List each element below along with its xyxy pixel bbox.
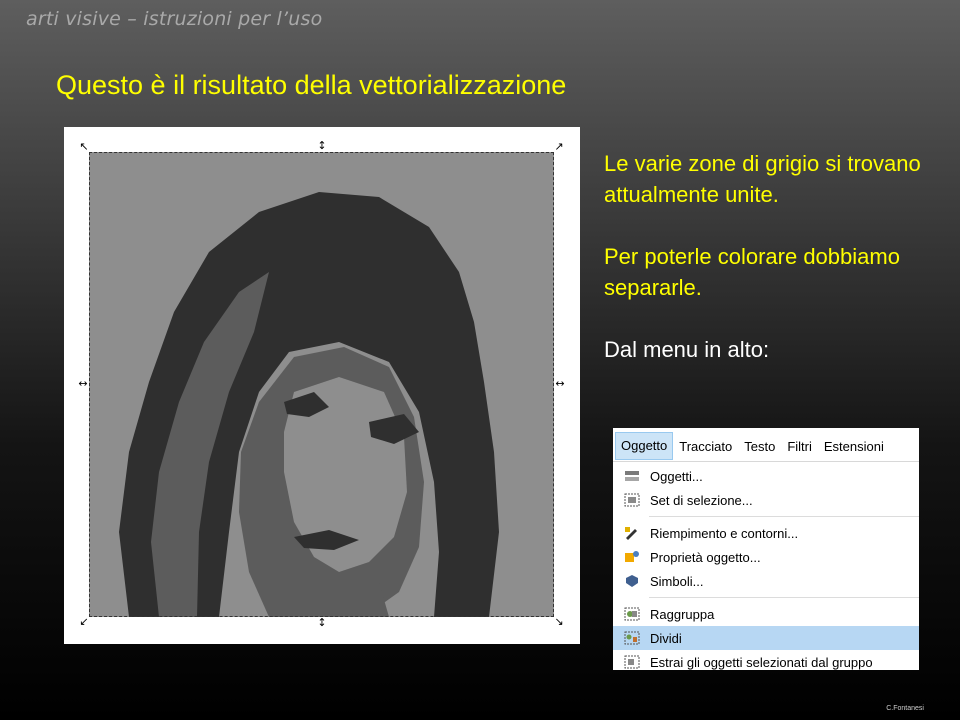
resize-handle-s-icon[interactable]: ↕ [316,617,328,629]
instruction-text: Le varie zone di grigio si trovano attua… [604,148,924,396]
resize-handle-n-icon[interactable]: ↕ [316,140,328,152]
menu-item-label: Raggruppa [650,606,715,622]
resize-handle-se-icon[interactable]: ↘ [553,616,565,628]
instruction-paragraph-1: Le varie zone di grigio si trovano attua… [604,151,921,207]
menu-item-label: Oggetti... [650,468,703,484]
menu-item-simboli[interactable]: Simboli... [613,569,919,593]
menu-item-label: Dividi [650,630,682,646]
group-icon [623,606,641,622]
menu-bar: Oggetto Tracciato Testo Filtri Estension… [613,428,919,462]
oggetto-dropdown: Oggetti... Set di selezione... Riempimen… [613,462,919,670]
menu-item-estrai-dal-gruppo[interactable]: Estrai gli oggetti selezionati dal grupp… [613,650,919,670]
ungroup-icon [623,630,641,646]
menu-separator [649,597,919,598]
menu-item-label: Set di selezione... [650,492,753,508]
menu-item-proprieta-oggetto[interactable]: Proprietà oggetto... [613,545,919,569]
pop-from-group-icon [623,654,641,670]
menu-item-raggruppa[interactable]: Raggruppa [613,602,919,626]
instruction-paragraph-2: Per poterle colorare dobbiamo separarle. [604,244,900,300]
header-title: arti visive – istruzioni per l’uso [26,8,323,30]
objects-icon [623,468,641,484]
menu-testo[interactable]: Testo [738,439,781,461]
vectorized-portrait[interactable] [89,152,554,617]
menu-filtri[interactable]: Filtri [781,439,818,461]
fill-stroke-icon [623,525,641,541]
resize-handle-w-icon[interactable]: ↔ [77,378,89,390]
menu-item-label: Riempimento e contorni... [650,525,799,541]
resize-handle-nw-icon[interactable]: ↖ [78,141,90,153]
vector-canvas: ↖ ↕ ↗ ↔ ↔ ↙ ↕ ↘ [64,127,580,644]
menu-item-set-di-selezione[interactable]: Set di selezione... [613,488,919,512]
menu-separator [649,516,919,517]
slide-title: Questo è il risultato della vettorializz… [56,70,567,100]
portrait-svg [89,152,554,617]
menu-estensioni[interactable]: Estensioni [818,439,890,461]
menu-item-oggetti[interactable]: Oggetti... [613,464,919,488]
resize-handle-sw-icon[interactable]: ↙ [78,616,90,628]
menu-screenshot: Oggetto Tracciato Testo Filtri Estension… [613,428,919,670]
instruction-paragraph-3: Dal menu in alto: [604,337,770,362]
menu-oggetto[interactable]: Oggetto [615,432,674,460]
resize-handle-e-icon[interactable]: ↔ [554,378,566,390]
selection-set-icon [623,492,641,508]
menu-item-dividi[interactable]: Dividi [613,626,919,650]
menu-item-label: Estrai gli oggetti selezionati dal grupp… [650,654,873,670]
neck-mid-region [319,582,389,617]
object-properties-icon [623,549,641,565]
menu-item-riempimento-contorni[interactable]: Riempimento e contorni... [613,521,919,545]
menu-item-label: Proprietà oggetto... [650,549,761,565]
symbols-icon [623,573,641,589]
menu-tracciato[interactable]: Tracciato [673,439,738,461]
footer-credit: C.Fontanesi [886,705,924,712]
resize-handle-ne-icon[interactable]: ↗ [553,141,565,153]
menu-item-label: Simboli... [650,573,704,589]
